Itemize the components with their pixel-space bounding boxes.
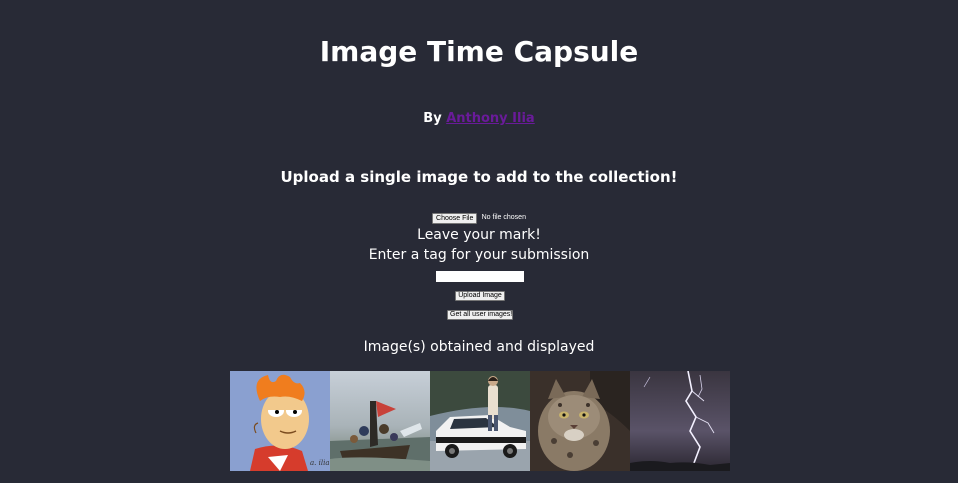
get-all-images-button[interactable]: Get all user images! <box>447 310 513 320</box>
image-gallery: a. ilia <box>230 371 730 471</box>
file-input[interactable]: Choose File No file chosen <box>0 212 958 224</box>
leave-mark-text: Leave your mark! <box>417 227 541 243</box>
upload-heading: Upload a single image to add to the coll… <box>280 168 678 186</box>
author-link[interactable]: Anthony Ilia <box>446 111 535 126</box>
byline: By Anthony Ilia <box>0 110 958 128</box>
byline-prefix: By <box>423 111 442 126</box>
gallery-image-car <box>430 371 530 471</box>
tag-input[interactable] <box>436 271 524 282</box>
gallery-image-cartoon: a. ilia <box>230 371 330 471</box>
gallery-image-wildcat <box>530 371 630 471</box>
svg-text:a. ilia: a. ilia <box>310 459 330 467</box>
gallery-image-painting <box>330 371 430 471</box>
gallery-image-lightning <box>630 371 730 471</box>
choose-file-button[interactable]: Choose File <box>432 212 478 224</box>
page-title: Image Time Capsule <box>319 35 639 68</box>
images-obtained-text: Image(s) obtained and displayed <box>363 339 595 355</box>
file-status-text: No file chosen <box>481 214 526 221</box>
tag-label: Enter a tag for your submission <box>368 247 590 263</box>
page: Image Time Capsule By Anthony Ilia Uploa… <box>0 0 958 483</box>
upload-image-button[interactable]: Upload Image <box>455 291 505 301</box>
